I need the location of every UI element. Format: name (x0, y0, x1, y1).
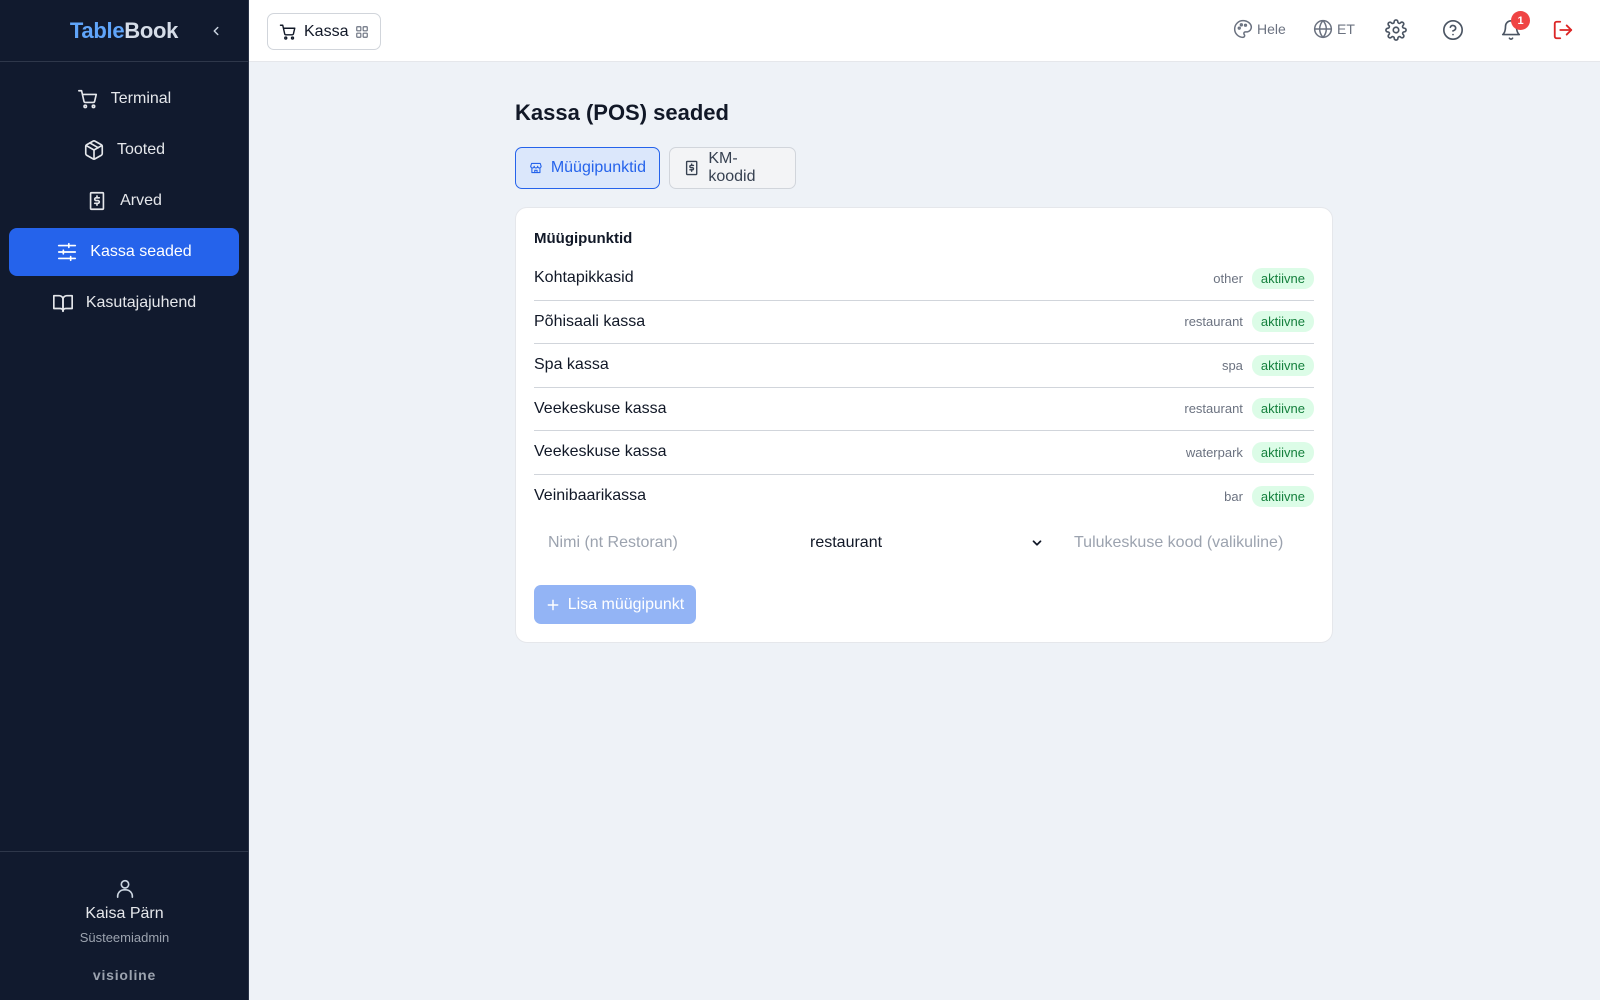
sliders-icon (56, 241, 78, 263)
chevron-left-icon (213, 26, 219, 36)
invoice-icon (86, 190, 108, 212)
collapse-sidebar-button[interactable] (205, 19, 227, 43)
status-badge: aktiivne (1251, 485, 1314, 507)
sales-point-type: bar (1224, 488, 1243, 504)
sidebar-item-kasutajajuhend[interactable]: Kasutajajuhend (9, 279, 239, 327)
page-title: Kassa (POS) seaded (515, 100, 729, 125)
store-icon (530, 162, 542, 174)
help-circle-icon (1443, 20, 1463, 40)
footer-brand: visioline (92, 967, 157, 983)
plus-icon (547, 599, 559, 610)
invoice-icon (685, 160, 698, 176)
sidebar-item-kassa-seaded[interactable]: Kassa seaded (9, 228, 239, 276)
sales-point-name: Veekeskuse kassa (534, 399, 667, 417)
row-meta: restaurant aktiivne (1184, 398, 1314, 420)
grid-icon (356, 25, 369, 38)
tab-muugipunktid[interactable]: Müügipunktid (515, 147, 660, 189)
user-name: Kaisa Pärn (85, 905, 164, 922)
row-meta: waterpark aktiivne (1185, 441, 1314, 463)
sales-point-type: waterpark (1185, 444, 1243, 460)
brand-header: TableBook (0, 0, 248, 62)
row-meta: spa aktiivne (1221, 354, 1314, 376)
logo-part-book: Book (124, 17, 179, 43)
logo-part-table: Table (69, 17, 125, 43)
status-badge: aktiivne (1251, 311, 1314, 333)
gear-icon (1385, 19, 1407, 41)
row-meta: other aktiivne (1213, 267, 1314, 289)
list-item[interactable]: Veinibaarikassa bar aktiivne (534, 475, 1314, 519)
logout-button[interactable] (1552, 19, 1574, 41)
cart-icon (279, 24, 296, 40)
user-role: Süsteemiadmin (79, 930, 170, 945)
logout-icon (1553, 20, 1573, 40)
module-label: Kassa (304, 22, 349, 40)
name-input[interactable] (534, 524, 796, 562)
sidebar-item-arved[interactable]: Arved (9, 177, 239, 225)
sales-point-name: Veinibaarikassa (534, 487, 647, 505)
add-button-label: Lisa müügipunkt (567, 595, 685, 613)
sales-points-card: Müügipunktid Kohtapikkasid other aktiivn… (515, 207, 1333, 643)
settings-button[interactable] (1385, 19, 1407, 41)
language-switcher[interactable]: ET (1313, 19, 1355, 39)
notifications-button[interactable]: 1 (1500, 11, 1530, 41)
sales-point-type: restaurant (1184, 401, 1243, 417)
type-select-value: restaurant (810, 534, 883, 551)
box-icon (83, 139, 105, 161)
sales-point-type: restaurant (1184, 314, 1243, 330)
status-badge: aktiivne (1251, 398, 1314, 420)
user-icon (116, 879, 133, 898)
list-item[interactable]: Põhisaali kassa restaurant aktiivne (534, 301, 1314, 344)
type-select[interactable]: restaurant (802, 524, 1052, 562)
add-sales-point-button[interactable]: Lisa müügipunkt (534, 585, 696, 624)
row-meta: bar aktiivne (1224, 485, 1314, 507)
cost-center-input[interactable] (1060, 524, 1314, 562)
sidebar-item-label: Kassa seaded (90, 243, 192, 260)
app-logo[interactable]: TableBook (70, 18, 178, 44)
list-item[interactable]: Kohtapikkasid other aktiivne (534, 257, 1314, 301)
language-label: ET (1337, 21, 1355, 37)
card-title: Müügipunktid (534, 230, 633, 247)
status-badge: aktiivne (1251, 354, 1314, 376)
palette-icon (1234, 19, 1253, 39)
chevron-down-icon (1032, 540, 1042, 546)
book-icon (52, 292, 74, 314)
status-badge: aktiivne (1251, 441, 1314, 463)
sales-point-type: other (1213, 270, 1243, 286)
sidebar-item-terminal[interactable]: Terminal (9, 75, 239, 123)
sidebar-item-label: Kasutajajuhend (85, 294, 197, 311)
add-sales-point-form: restaurant (534, 524, 1314, 562)
tab-label: Müügipunktid (550, 159, 646, 176)
tab-label: KM-koodid (708, 150, 756, 185)
topbar: Kassa Hele ET 1 (249, 0, 1600, 62)
sidebar-item-label: Tooted (116, 141, 166, 158)
row-meta: restaurant aktiivne (1184, 311, 1314, 333)
sidebar: TableBook Terminal Tooted Arved Kassa se… (0, 0, 249, 1000)
list-item[interactable]: Spa kassa spa aktiivne (534, 344, 1314, 388)
sales-points-list: Kohtapikkasid other aktiivne Põhisaali k… (534, 257, 1314, 518)
theme-label: Hele (1257, 21, 1286, 37)
list-item[interactable]: Veekeskuse kassa waterpark aktiivne (534, 431, 1314, 475)
sales-point-name: Põhisaali kassa (534, 312, 646, 330)
list-item[interactable]: Veekeskuse kassa restaurant aktiivne (534, 388, 1314, 431)
help-button[interactable] (1442, 19, 1464, 41)
module-switcher-button[interactable]: Kassa (267, 13, 382, 50)
sales-point-name: Spa kassa (534, 356, 609, 374)
theme-toggle[interactable]: Hele (1233, 19, 1286, 39)
tab-km-koodid[interactable]: KM-koodid (669, 147, 796, 189)
sidebar-item-label: Arved (120, 192, 162, 209)
sales-point-name: Veekeskuse kassa (534, 443, 667, 461)
sidebar-item-tooted[interactable]: Tooted (9, 126, 239, 174)
cart-icon (77, 88, 99, 110)
sidebar-nav: Terminal Tooted Arved Kassa seaded Kasut… (0, 62, 248, 327)
status-badge: aktiivne (1251, 267, 1314, 289)
user-panel: Kaisa Pärn Süsteemiadmin visioline (0, 851, 249, 1000)
globe-icon (1313, 19, 1333, 39)
sales-point-type: spa (1221, 357, 1243, 373)
sidebar-item-label: Terminal (110, 90, 172, 107)
sales-point-name: Kohtapikkasid (534, 269, 634, 287)
notification-badge: 1 (1511, 11, 1530, 30)
